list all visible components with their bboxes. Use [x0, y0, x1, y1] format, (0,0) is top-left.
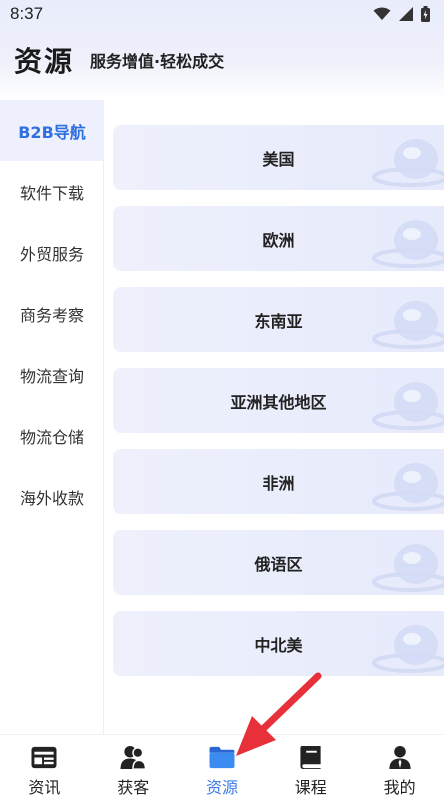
book-icon: [300, 745, 321, 770]
region-card-russian-speaking[interactable]: 俄语区: [113, 530, 444, 595]
sidebar-item-business-visit[interactable]: 商务考察: [0, 283, 104, 344]
tab-label: 资讯: [28, 778, 61, 797]
tab-courses[interactable]: 课程: [266, 735, 355, 798]
sidebar-item-logistics-warehouse[interactable]: 物流仓储: [0, 405, 104, 466]
bottom-tab-bar: 资讯 获客 资源 课程 我的: [0, 734, 444, 798]
page-title: 资源: [14, 45, 75, 78]
region-card-central-north-america[interactable]: 中北美: [113, 611, 444, 676]
region-label: 非洲: [262, 473, 295, 493]
sidebar-item-b2b-nav[interactable]: B2B导航: [0, 100, 104, 161]
status-icons: [373, 6, 430, 22]
sidebar-item-software-download[interactable]: 软件下载: [0, 161, 104, 222]
page-header: 资源 服务增值·轻松成交: [0, 38, 444, 82]
tab-news[interactable]: 资讯: [0, 735, 89, 798]
folder-icon: [209, 746, 235, 769]
region-label: 美国: [262, 149, 295, 169]
sidebar: B2B导航 软件下载 外贸服务 商务考察 物流查询 物流仓储 海外收款: [0, 100, 104, 734]
battery-icon: [421, 6, 430, 22]
region-list: 美国 欧洲 东南亚 亚洲其他地区 非洲 俄语区 中北美: [113, 125, 444, 692]
tab-label: 获客: [117, 778, 150, 797]
sidebar-item-trade-services[interactable]: 外贸服务: [0, 222, 104, 283]
region-card-africa[interactable]: 非洲: [113, 449, 444, 514]
region-card-europe[interactable]: 欧洲: [113, 206, 444, 271]
globe-icon: [372, 301, 444, 349]
users-icon: [120, 745, 147, 770]
globe-icon: [372, 463, 444, 511]
sidebar-item-overseas-payment[interactable]: 海外收款: [0, 466, 104, 527]
tab-mine[interactable]: 我的: [355, 735, 444, 798]
news-icon: [31, 746, 57, 769]
region-label: 中北美: [254, 635, 303, 655]
signal-icon: [399, 7, 413, 21]
tab-label: 我的: [383, 778, 416, 797]
tab-label: 课程: [294, 778, 327, 797]
region-card-southeast-asia[interactable]: 东南亚: [113, 287, 444, 352]
region-card-other-asia[interactable]: 亚洲其他地区: [113, 368, 444, 433]
region-label: 亚洲其他地区: [230, 392, 327, 412]
tab-resources[interactable]: 资源: [178, 735, 267, 798]
globe-icon: [372, 625, 444, 673]
wifi-icon: [373, 7, 391, 20]
status-bar: 8:37: [0, 0, 444, 28]
tab-label: 资源: [205, 778, 238, 797]
region-label: 俄语区: [254, 554, 303, 574]
person-icon: [389, 745, 411, 770]
sidebar-item-logistics-query[interactable]: 物流查询: [0, 344, 104, 405]
globe-icon: [372, 139, 444, 187]
status-time: 8:37: [10, 4, 44, 23]
region-card-usa[interactable]: 美国: [113, 125, 444, 190]
globe-icon: [372, 544, 444, 592]
globe-icon: [372, 382, 444, 430]
page-slogan: 服务增值·轻松成交: [90, 52, 225, 71]
tab-customers[interactable]: 获客: [89, 735, 178, 798]
region-label: 欧洲: [262, 230, 295, 250]
region-label: 东南亚: [254, 311, 303, 331]
globe-icon: [372, 220, 444, 268]
